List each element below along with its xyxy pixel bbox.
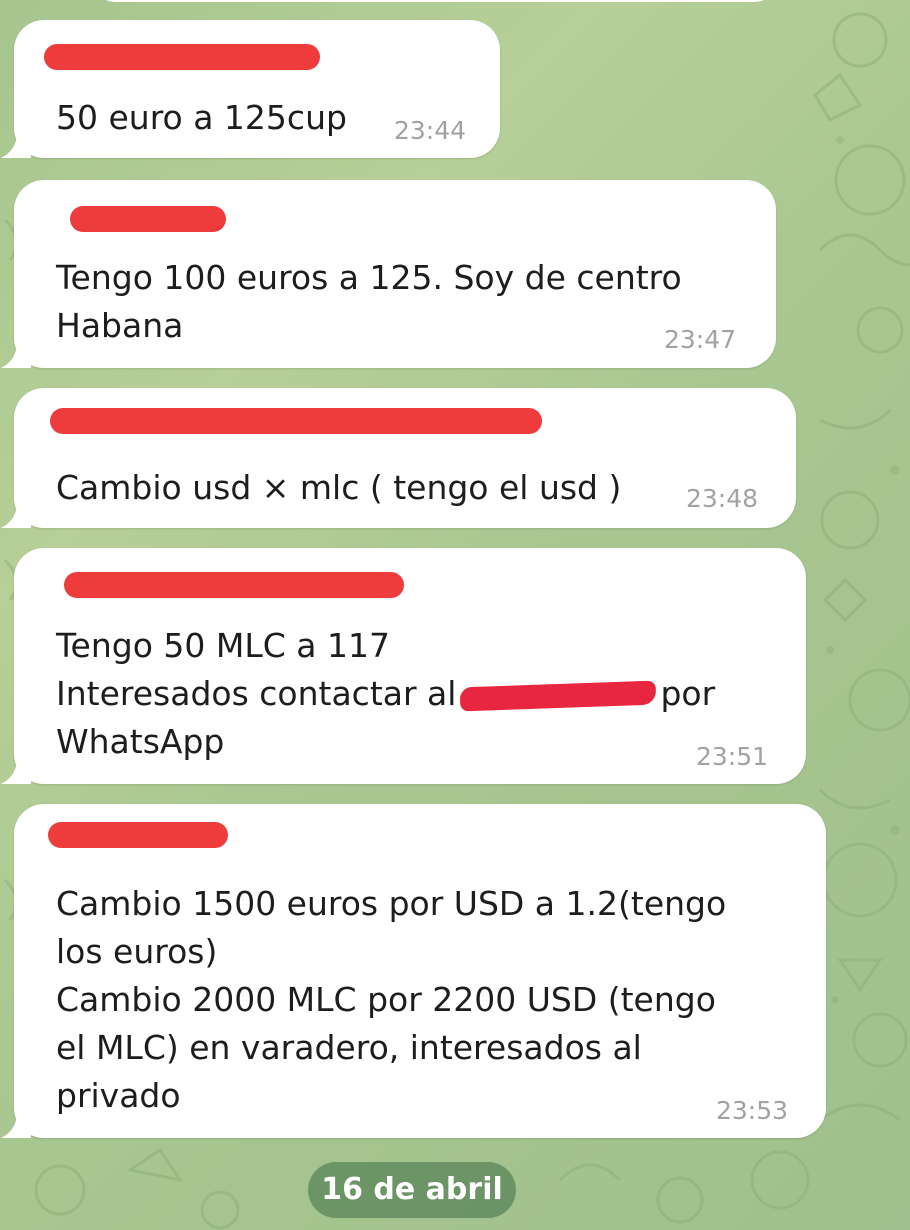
sender-name-redacted — [50, 408, 542, 434]
sender-name-redacted — [44, 44, 320, 70]
message-text-segment: Interesados contactar al — [56, 674, 457, 713]
phone-number-redacted — [460, 680, 657, 712]
message-text-line: Tengo 100 euros a 125. Soy de centro — [56, 258, 682, 297]
message-time: 23:48 — [686, 484, 759, 513]
message-text: 50 euro a 125cup — [56, 98, 347, 137]
message-text-line: privado — [56, 1076, 181, 1115]
message-text-line: el MLC) en varadero, interesados al — [56, 1028, 642, 1067]
message-text-line: Cambio 1500 euros por USD a 1.2(tengo — [56, 884, 727, 923]
message-text-line: WhatsApp — [56, 722, 225, 761]
message-text-line: Interesados contactar al por — [56, 670, 715, 718]
message-text-line: Tengo 50 MLC a 117 — [56, 626, 390, 665]
message-time: 23:51 — [696, 742, 769, 771]
bubble-tail — [1, 342, 31, 368]
message-time: 23:53 — [716, 1096, 789, 1125]
previous-message-bubble-edge — [95, 0, 775, 2]
sender-name-redacted — [48, 822, 228, 848]
bubble-tail — [1, 502, 31, 528]
message-text: Cambio usd × mlc ( tengo el usd ) — [56, 468, 622, 507]
message-text-segment: por — [660, 674, 716, 713]
message-text-line: los euros) — [56, 932, 218, 971]
sender-name-redacted — [70, 206, 226, 232]
bubble-tail — [1, 132, 31, 158]
message-bubble[interactable]: Tengo 50 MLC a 117 Interesados contactar… — [1, 548, 806, 784]
sender-name-redacted — [64, 572, 404, 598]
message-text-line: Habana — [56, 306, 184, 345]
date-separator: 16 de abril — [308, 1162, 516, 1218]
message-time: 23:44 — [394, 116, 467, 145]
message-bubble[interactable]: Cambio 1500 euros por USD a 1.2(tengo lo… — [1, 804, 826, 1138]
message-bubble[interactable]: 50 euro a 125cup 23:44 — [1, 20, 500, 158]
message-bubble[interactable]: Tengo 100 euros a 125. Soy de centro Hab… — [1, 180, 776, 368]
bubble-tail — [1, 1112, 31, 1138]
message-text-line: Cambio 2000 MLC por 2200 USD (tengo — [56, 980, 716, 1019]
bubble-tail — [1, 758, 31, 784]
message-bubble[interactable]: Cambio usd × mlc ( tengo el usd ) 23:48 — [1, 388, 796, 528]
message-time: 23:47 — [664, 325, 737, 354]
